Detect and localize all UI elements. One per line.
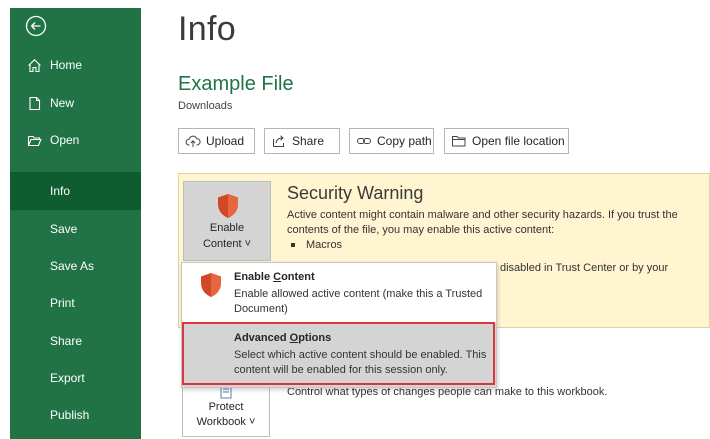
- security-warning-text: Active content might contain malware and…: [287, 209, 678, 236]
- sidebar-item-label: Export: [50, 371, 85, 385]
- cloud-upload-icon: [185, 133, 201, 149]
- sidebar-item-save-as[interactable]: Save As: [10, 247, 141, 285]
- open-file-location-button[interactable]: Open file location: [444, 128, 569, 154]
- advanced-options-description: Select which active content should be en…: [234, 349, 487, 376]
- sidebar-item-label: Home: [50, 58, 83, 72]
- advanced-options-menu-item[interactable]: Advanced Options Select which active con…: [182, 323, 496, 387]
- protect-workbook-label-1: Protect: [208, 401, 244, 413]
- upload-label: Upload: [206, 134, 245, 148]
- new-document-icon: [26, 95, 42, 111]
- sidebar-item-label: Open: [50, 133, 80, 147]
- sidebar-item-share[interactable]: Share: [10, 322, 141, 360]
- protect-workbook-button[interactable]: Protect Workbook ˅: [182, 380, 270, 437]
- enable-content-label-2: Content ˅: [202, 238, 251, 250]
- protect-workbook-label-2: Workbook ˅: [196, 416, 256, 428]
- enable-content-menu-item[interactable]: Enable Content Enable allowed active con…: [182, 263, 496, 323]
- folder-icon: [451, 133, 467, 149]
- sidebar-item-open[interactable]: Open: [10, 121, 141, 159]
- share-icon: [271, 133, 287, 149]
- sidebar-item-publish[interactable]: Publish: [10, 396, 141, 434]
- enable-content-dropdown: Enable Content Enable allowed active con…: [181, 262, 497, 388]
- upload-button[interactable]: Upload: [178, 128, 255, 154]
- sidebar-item-label: Save As: [50, 259, 95, 273]
- sidebar-item-export[interactable]: Export: [10, 359, 141, 397]
- security-warning-title: Security Warning: [287, 183, 424, 203]
- open-file-location-label: Open file location: [472, 134, 565, 148]
- macros-label: Macros: [306, 239, 343, 251]
- file-location: Downloads: [178, 100, 233, 112]
- file-name: Example File: [178, 73, 294, 95]
- enable-content-button[interactable]: Enable Content ˅: [183, 181, 271, 261]
- macros-bullet: Macros: [291, 239, 342, 251]
- sidebar-item-label: Save: [50, 222, 78, 236]
- backstage-sidebar: Home New Open Info Save Save As Print Sh…: [10, 8, 141, 439]
- enable-content-label-1: Enable: [209, 222, 245, 234]
- sidebar-item-save[interactable]: Save: [10, 210, 141, 248]
- copy-path-label: Copy path: [377, 134, 432, 148]
- link-icon: [356, 133, 372, 149]
- shield-icon: [216, 193, 240, 222]
- sidebar-item-print[interactable]: Print: [10, 284, 141, 322]
- enable-content-description: Enable allowed active content (make this…: [234, 288, 483, 315]
- page-title: Info: [178, 10, 236, 48]
- sidebar-item-label: Publish: [50, 408, 90, 422]
- share-label: Share: [292, 134, 325, 148]
- sidebar-item-label: Info: [50, 184, 71, 198]
- security-warning-tail: disabled in Trust Center or by your: [500, 262, 669, 274]
- sidebar-item-label: Share: [50, 334, 83, 348]
- sidebar-item-info[interactable]: Info: [10, 172, 141, 210]
- back-arrow-icon[interactable]: [25, 15, 47, 37]
- home-icon: [26, 57, 42, 73]
- advanced-options-title: Advanced Options: [234, 332, 332, 344]
- sidebar-item-label: New: [50, 96, 75, 110]
- sidebar-item-new[interactable]: New: [10, 84, 141, 122]
- copy-path-button[interactable]: Copy path: [349, 128, 434, 154]
- open-folder-icon: [26, 132, 42, 148]
- shield-icon: [199, 272, 223, 303]
- sidebar-item-label: Print: [50, 296, 75, 310]
- share-button[interactable]: Share: [264, 128, 340, 154]
- enable-content-title: Enable Content: [234, 271, 315, 283]
- sidebar-item-home[interactable]: Home: [10, 46, 141, 84]
